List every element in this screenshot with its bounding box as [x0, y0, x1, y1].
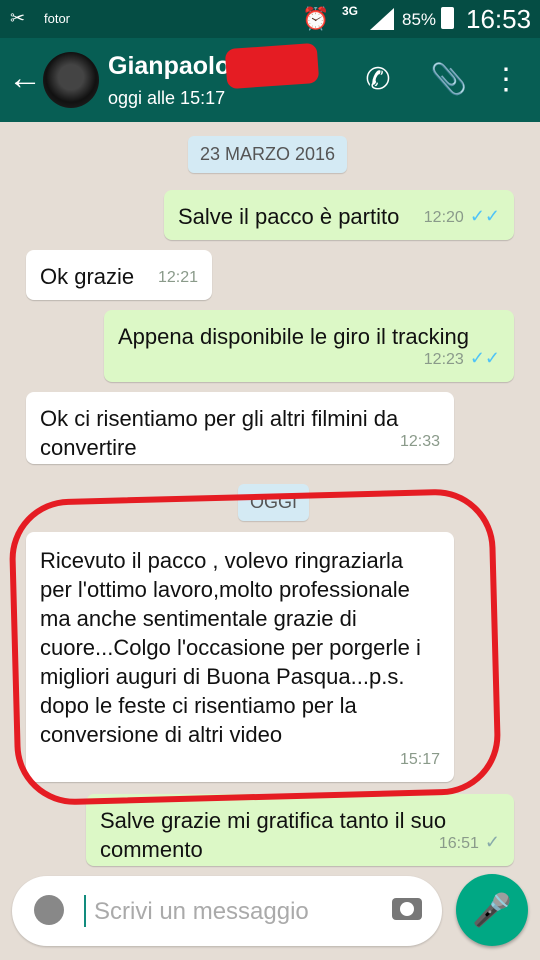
message-list: 23 MARZO 2016 Salve il pacco è partito 1…: [0, 122, 540, 868]
message-time: 12:33: [399, 433, 440, 450]
message-outgoing[interactable]: Appena disponibile le giro il tracking 1…: [104, 310, 514, 382]
paperclip-icon[interactable]: 📎: [430, 60, 467, 100]
signal-icon: [370, 8, 394, 30]
fotor-logo-icon: ✂: [10, 8, 26, 28]
message-outgoing[interactable]: Salve grazie mi gratifica tanto il suo c…: [86, 794, 514, 866]
message-outgoing[interactable]: Salve il pacco è partito 12:20 ✓✓: [164, 190, 514, 240]
date-separator: OGGI: [238, 484, 310, 521]
mic-icon: 🎤: [472, 892, 512, 928]
battery-icon: [441, 7, 454, 29]
mic-button[interactable]: 🎤: [456, 874, 528, 946]
message-text: Salve il pacco è partito: [178, 204, 400, 229]
text-cursor: [84, 895, 86, 927]
message-text: Ok ci risentiamo per gli altri filmini d…: [40, 406, 399, 460]
status-clock: 16:53: [466, 4, 532, 34]
redaction-scribble: [224, 42, 320, 90]
arrow-left-icon[interactable]: ←: [8, 58, 42, 98]
message-input[interactable]: Scrivi un messaggio: [94, 898, 309, 926]
message-text: Ok grazie: [40, 264, 135, 289]
emoji-icon[interactable]: [34, 895, 64, 925]
chat-header: ← Gianpaolo oggi alle 15:17 ✆ 📎 ⋮: [0, 38, 540, 122]
double-check-icon: ✓✓: [469, 348, 500, 368]
alarm-icon: ⏰: [302, 6, 330, 31]
message-text: Ricevuto il pacco , volevo ringraziarla …: [40, 548, 421, 747]
message-composer: Scrivi un messaggio: [12, 876, 442, 946]
last-seen: oggi alle 15:17: [108, 88, 226, 108]
network-type: 3G: [342, 4, 359, 18]
message-time: 12:23 ✓✓: [423, 348, 500, 368]
message-time: 15:17: [399, 751, 440, 768]
message-text: Appena disponibile le giro il tracking: [118, 324, 469, 349]
message-incoming[interactable]: Ok ci risentiamo per gli altri filmini d…: [26, 392, 454, 464]
message-incoming[interactable]: Ricevuto il pacco , volevo ringraziarla …: [26, 532, 454, 782]
battery-percent: 85%: [402, 10, 437, 29]
avatar[interactable]: [43, 52, 99, 108]
message-time: 12:21: [157, 269, 198, 286]
contact-name[interactable]: Gianpaolo: [108, 52, 230, 81]
message-time: 16:51 ✓: [438, 832, 500, 852]
double-check-icon: ✓✓: [469, 206, 500, 226]
single-check-icon: ✓: [484, 832, 500, 852]
phone-icon[interactable]: ✆: [360, 60, 396, 100]
message-text: Salve grazie mi gratifica tanto il suo c…: [100, 808, 447, 862]
status-bar: ✂ fotor ⏰ 3G 85% 16:53: [0, 0, 540, 38]
message-time: 12:20 ✓✓: [423, 206, 500, 226]
status-app-name: fotor: [44, 11, 71, 26]
more-vert-icon[interactable]: ⋮: [488, 60, 524, 100]
date-separator: 23 MARZO 2016: [188, 136, 348, 173]
message-incoming[interactable]: Ok grazie 12:21: [26, 250, 212, 300]
camera-icon[interactable]: [392, 898, 422, 920]
